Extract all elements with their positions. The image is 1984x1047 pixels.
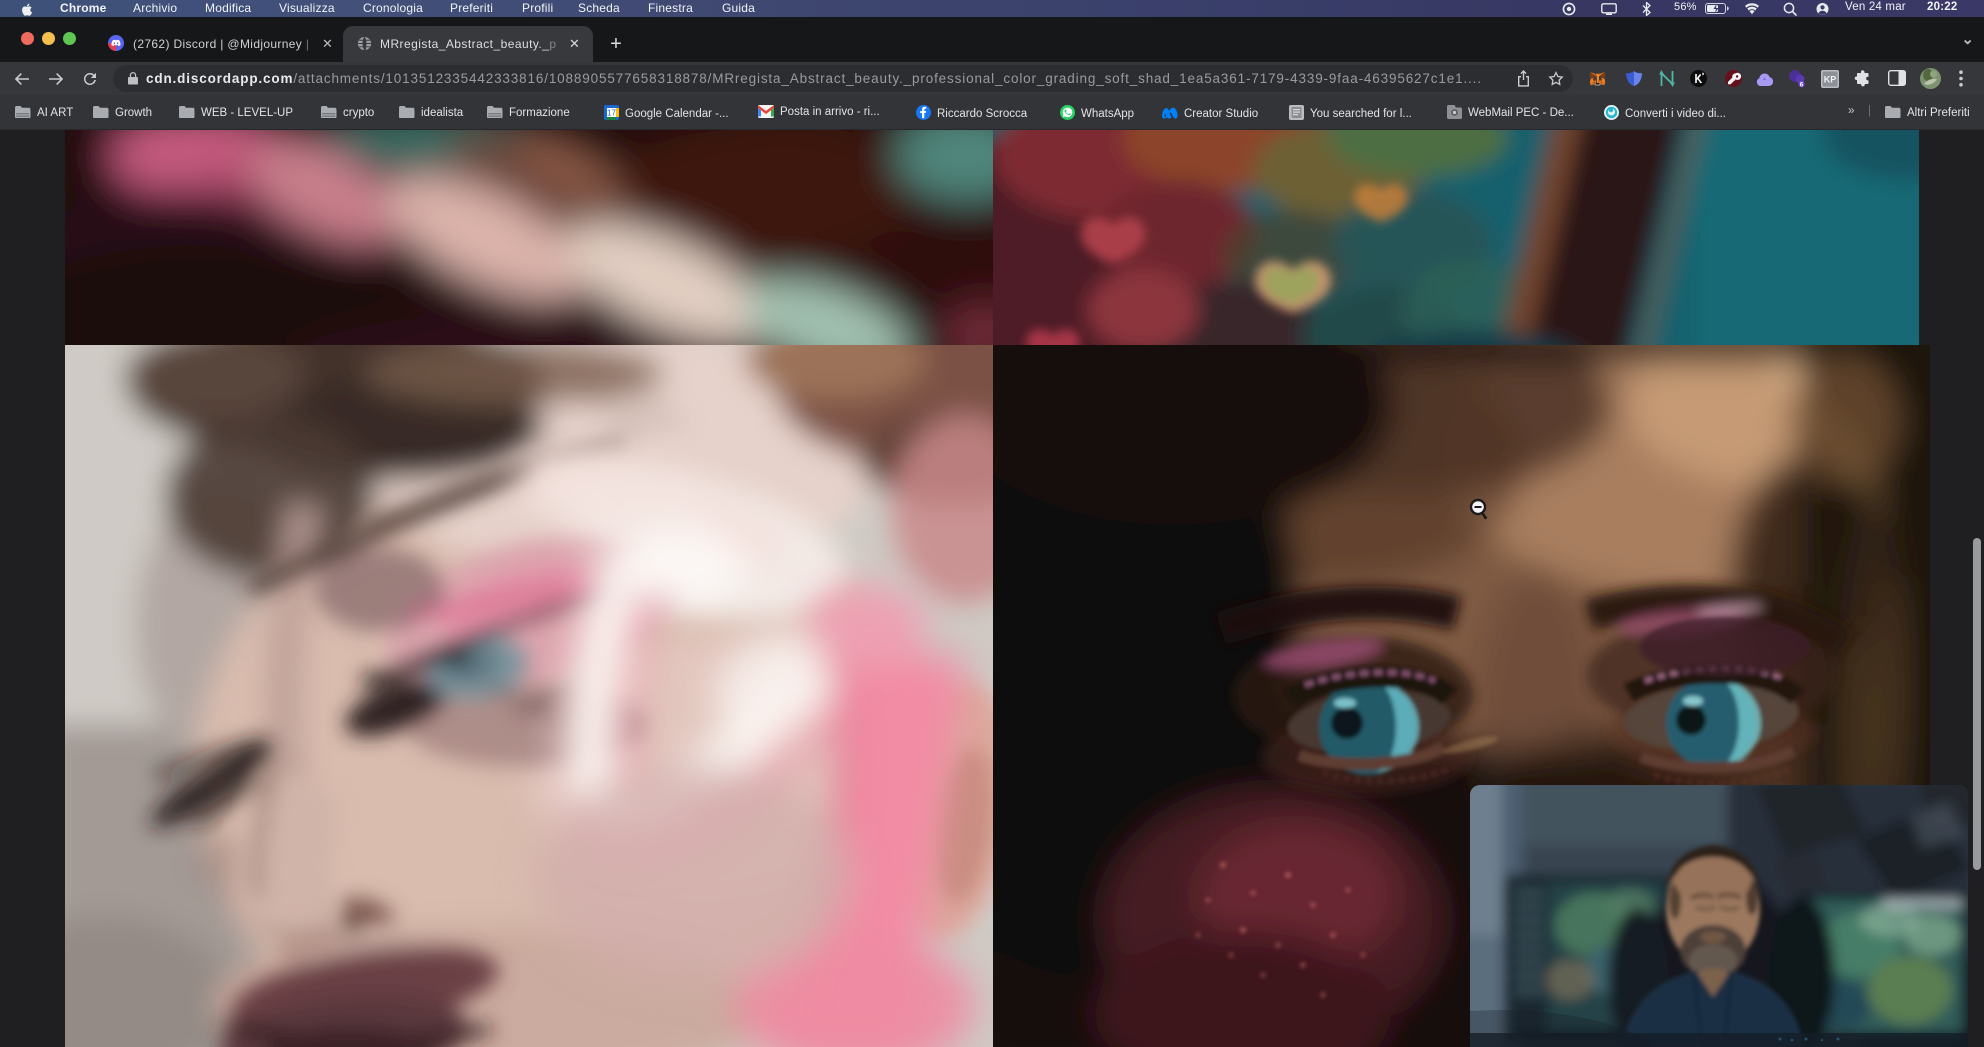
- svg-text:17: 17: [607, 109, 616, 118]
- svg-text:KP: KP: [1824, 75, 1837, 85]
- svg-text:6: 6: [1800, 81, 1804, 88]
